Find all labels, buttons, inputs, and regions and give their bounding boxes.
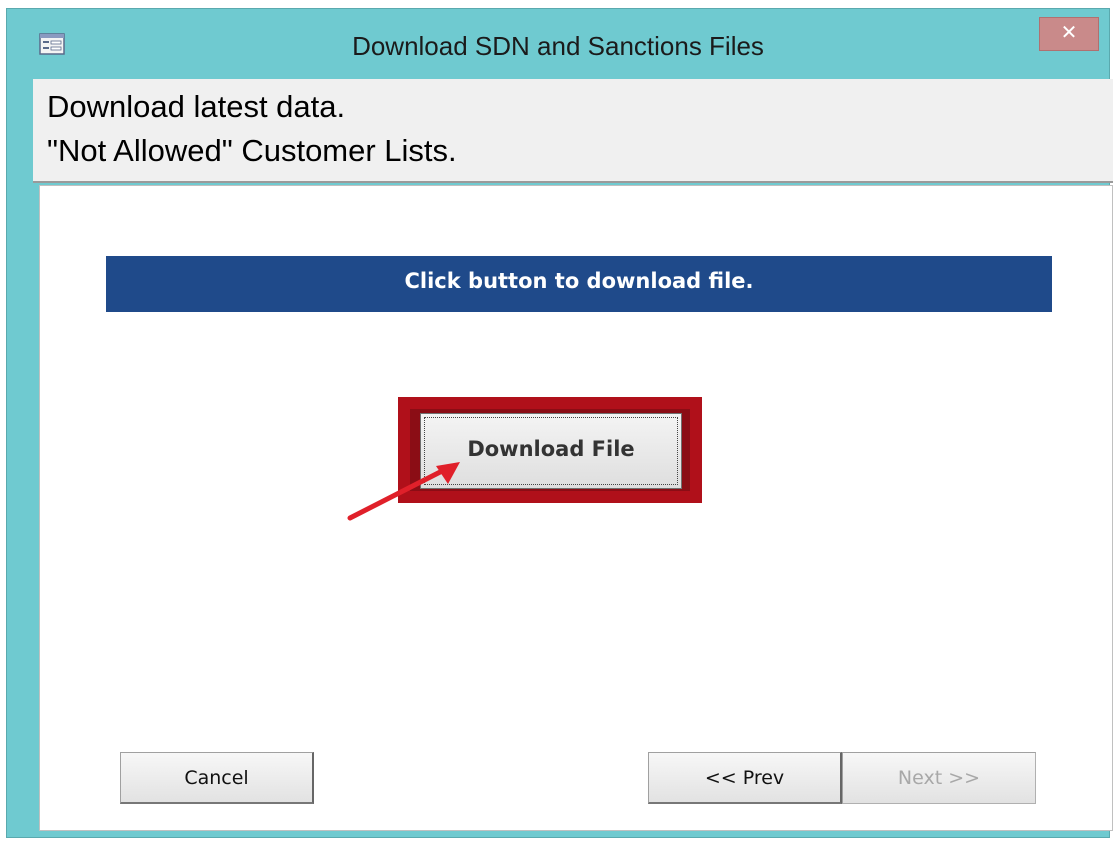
instruction-banner: Click button to download file. [106, 256, 1052, 312]
cancel-button[interactable]: Cancel [120, 752, 314, 804]
close-icon: ✕ [1060, 22, 1078, 44]
header-line-2: "Not Allowed" Customer Lists. [47, 133, 457, 168]
close-button[interactable]: ✕ [1039, 17, 1099, 51]
window-title: Download SDN and Sanctions Files [352, 31, 764, 61]
dialog-window: Download SDN and Sanctions Files ✕ Downl… [6, 8, 1113, 838]
next-button[interactable]: Next >> [842, 752, 1036, 804]
content-panel: Click button to download file. Download … [39, 185, 1113, 831]
header-panel: Download latest data. "Not Allowed" Cust… [33, 79, 1113, 183]
arrow-icon [347, 462, 460, 521]
title-bar: Download SDN and Sanctions Files ✕ [7, 9, 1109, 79]
prev-button[interactable]: << Prev [648, 752, 842, 804]
header-line-1: Download latest data. [47, 89, 346, 124]
